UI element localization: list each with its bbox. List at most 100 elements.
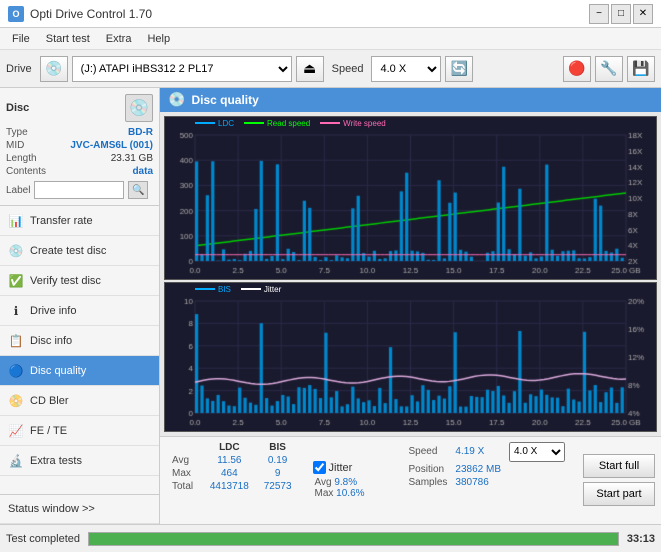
bottom-chart: BIS Jitter bbox=[164, 282, 657, 432]
label-key: Label bbox=[6, 185, 30, 196]
sidebar-item-extra-tests[interactable]: 🔬 Extra tests bbox=[0, 446, 159, 476]
stats-col-bis: BIS bbox=[257, 441, 299, 454]
verify-test-icon: ✅ bbox=[8, 273, 24, 289]
drive-select[interactable]: (J:) ATAPI iHBS312 2 PL17 bbox=[72, 56, 292, 82]
jitter-max-row: Max 10.6% bbox=[313, 488, 391, 499]
write-speed-legend: Write speed bbox=[343, 119, 386, 128]
bottom-chart-legend: BIS Jitter bbox=[195, 285, 281, 294]
buttons-section: Start full Start part bbox=[577, 437, 661, 524]
start-full-button[interactable]: Start full bbox=[583, 454, 655, 478]
status-window-label: Status window >> bbox=[8, 503, 95, 515]
minimize-button[interactable]: − bbox=[589, 4, 609, 24]
toolbar: Drive 💿 (J:) ATAPI iHBS312 2 PL17 ⏏ Spee… bbox=[0, 50, 661, 88]
speed-select[interactable]: 4.0 X bbox=[371, 56, 441, 82]
progress-bar-container bbox=[88, 532, 619, 546]
stats-row: LDC BIS Avg 11.56 0.19 Max 464 bbox=[160, 436, 661, 524]
disc-quality-icon: 🔵 bbox=[8, 363, 24, 379]
maximize-button[interactable]: □ bbox=[611, 4, 631, 24]
drive-label: Drive bbox=[6, 63, 32, 75]
stats-table: LDC BIS Avg 11.56 0.19 Max 464 bbox=[160, 437, 307, 524]
max-bis: 9 bbox=[257, 467, 299, 480]
app-icon: O bbox=[8, 6, 24, 22]
transfer-rate-label: Transfer rate bbox=[30, 215, 93, 227]
create-test-label: Create test disc bbox=[30, 245, 106, 257]
progress-bar-fill bbox=[89, 533, 618, 545]
label-input[interactable] bbox=[34, 181, 124, 199]
save-button[interactable]: 💾 bbox=[627, 56, 655, 82]
jitter-avg: 9.8% bbox=[334, 477, 357, 488]
create-test-icon: 💿 bbox=[8, 243, 24, 259]
total-ldc: 4413718 bbox=[202, 480, 257, 493]
jitter-avg-row: Avg 9.8% bbox=[313, 477, 391, 488]
sidebar-item-fe-te[interactable]: 📈 FE / TE bbox=[0, 416, 159, 446]
status-text: Test completed bbox=[6, 533, 80, 545]
status-time: 33:13 bbox=[627, 533, 655, 545]
mid-value: JVC-AMS6L (001) bbox=[70, 140, 153, 151]
charts-container: LDC Read speed Write speed BIS Jitter bbox=[160, 112, 661, 436]
length-key: Length bbox=[6, 153, 37, 164]
ldc-legend: LDC bbox=[218, 119, 234, 128]
stats-col-empty bbox=[168, 441, 202, 454]
extra-tests-icon: 🔬 bbox=[8, 453, 24, 469]
speed-select-stats[interactable]: 4.0 X bbox=[509, 442, 565, 462]
disc-icon: 💿 bbox=[125, 94, 153, 122]
avg-label: Avg bbox=[168, 454, 202, 467]
speed-label: Speed bbox=[332, 63, 364, 75]
drive-icon: 💿 bbox=[40, 56, 68, 82]
stats-col-ldc: LDC bbox=[202, 441, 257, 454]
stats-row-avg: Avg 11.56 0.19 bbox=[168, 454, 299, 467]
sidebar-item-verify-test-disc[interactable]: ✅ Verify test disc bbox=[0, 266, 159, 296]
menu-bar: File Start test Extra Help bbox=[0, 28, 661, 50]
position-value: 23862 MB bbox=[451, 463, 505, 476]
fe-te-label: FE / TE bbox=[30, 425, 67, 437]
disc-quality-header-icon: 💿 bbox=[168, 91, 185, 108]
top-chart-canvas bbox=[165, 117, 656, 279]
verify-test-label: Verify test disc bbox=[30, 275, 101, 287]
sidebar-item-disc-quality[interactable]: 🔵 Disc quality bbox=[0, 356, 159, 386]
avg-ldc: 11.56 bbox=[202, 454, 257, 467]
close-button[interactable]: ✕ bbox=[633, 4, 653, 24]
sidebar-item-create-test-disc[interactable]: 💿 Create test disc bbox=[0, 236, 159, 266]
status-bar: Test completed 33:13 bbox=[0, 524, 661, 552]
window-controls: − □ ✕ bbox=[589, 4, 653, 24]
fe-te-icon: 📈 bbox=[8, 423, 24, 439]
stats-row-total: Total 4413718 72573 bbox=[168, 480, 299, 493]
start-part-button[interactable]: Start part bbox=[583, 482, 655, 506]
speed-label-cell: Speed bbox=[405, 441, 452, 463]
read-speed-legend: Read speed bbox=[267, 119, 310, 128]
menu-help[interactable]: Help bbox=[139, 31, 178, 47]
cd-bler-label: CD Bler bbox=[30, 395, 69, 407]
content-area: 💿 Disc quality LDC Read speed Write spee… bbox=[160, 88, 661, 524]
speed-info: Speed 4.19 X 4.0 X Position 23862 MB Sam… bbox=[397, 437, 578, 524]
menu-extra[interactable]: Extra bbox=[98, 31, 140, 47]
bis-legend: BIS bbox=[218, 285, 231, 294]
top-chart: LDC Read speed Write speed bbox=[164, 116, 657, 280]
jitter-checkbox[interactable] bbox=[313, 461, 326, 474]
burn-button[interactable]: 🔴 bbox=[563, 56, 591, 82]
sidebar-item-cd-bler[interactable]: 📀 CD Bler bbox=[0, 386, 159, 416]
eject-button[interactable]: ⏏ bbox=[296, 56, 324, 82]
type-key: Type bbox=[6, 127, 28, 138]
extra-tests-label: Extra tests bbox=[30, 455, 82, 467]
disc-quality-label: Disc quality bbox=[30, 365, 86, 377]
drive-info-label: Drive info bbox=[30, 305, 76, 317]
title-bar: O Opti Drive Control 1.70 − □ ✕ bbox=[0, 0, 661, 28]
label-btn[interactable]: 🔍 bbox=[128, 181, 148, 199]
jitter-max: 10.6% bbox=[336, 488, 364, 499]
sidebar-item-transfer-rate[interactable]: 📊 Transfer rate bbox=[0, 206, 159, 236]
refresh-button[interactable]: 🔄 bbox=[445, 56, 473, 82]
disc-info-icon: 📋 bbox=[8, 333, 24, 349]
total-bis: 72573 bbox=[257, 480, 299, 493]
total-label: Total bbox=[168, 480, 202, 493]
status-window-button[interactable]: Status window >> bbox=[0, 494, 159, 524]
sidebar-item-drive-info[interactable]: ℹ Drive info bbox=[0, 296, 159, 326]
stats-row-max: Max 464 9 bbox=[168, 467, 299, 480]
samples-value: 380786 bbox=[451, 476, 505, 489]
menu-start-test[interactable]: Start test bbox=[38, 31, 98, 47]
tools-button[interactable]: 🔧 bbox=[595, 56, 623, 82]
sidebar-item-disc-info[interactable]: 📋 Disc info bbox=[0, 326, 159, 356]
menu-file[interactable]: File bbox=[4, 31, 38, 47]
length-value: 23.31 GB bbox=[111, 153, 153, 164]
top-chart-legend: LDC Read speed Write speed bbox=[195, 119, 386, 128]
contents-value: data bbox=[132, 166, 153, 177]
